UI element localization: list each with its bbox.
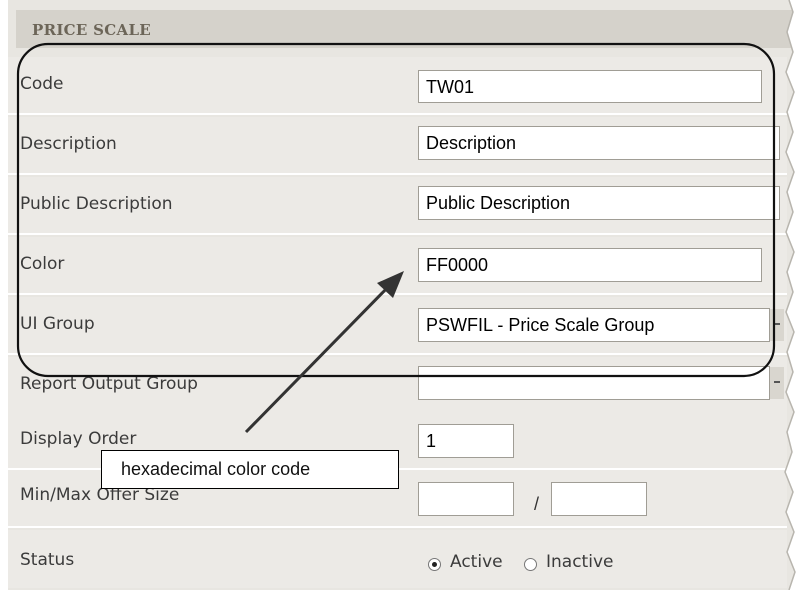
description-label: Description	[20, 134, 117, 154]
status-inactive-label[interactable]: Inactive	[546, 552, 613, 572]
public-description-input[interactable]: Public Description	[418, 186, 780, 220]
status-active-radio[interactable]	[428, 558, 441, 571]
report-output-group-label: Report Output Group	[20, 374, 198, 394]
section-title: PRICE SCALE	[32, 21, 152, 39]
public-description-label: Public Description	[20, 194, 173, 214]
display-order-input[interactable]: 1	[418, 424, 514, 458]
ui-group-select[interactable]: PSWFIL - Price Scale Group	[418, 308, 770, 342]
code-label: Code	[20, 74, 64, 94]
section-header: PRICE SCALE	[16, 10, 795, 48]
code-input[interactable]: TW01	[418, 70, 762, 103]
color-input[interactable]: FF0000	[418, 248, 762, 282]
description-input[interactable]: Description	[418, 126, 780, 160]
offer-size-separator: /	[534, 494, 540, 514]
status-inactive-radio[interactable]	[524, 558, 537, 571]
report-output-group-select[interactable]	[418, 366, 770, 400]
ui-group-label: UI Group	[20, 314, 95, 334]
annotation-callout: hexadecimal color code	[101, 450, 399, 489]
min-offer-size-input[interactable]	[418, 482, 514, 516]
status-label: Status	[20, 550, 75, 570]
display-order-label: Display Order	[20, 429, 137, 449]
max-offer-size-input[interactable]	[551, 482, 647, 516]
color-label: Color	[20, 254, 65, 274]
status-active-label[interactable]: Active	[450, 552, 503, 572]
status-row: Status	[8, 530, 787, 588]
torn-edge-decoration	[784, 0, 799, 590]
